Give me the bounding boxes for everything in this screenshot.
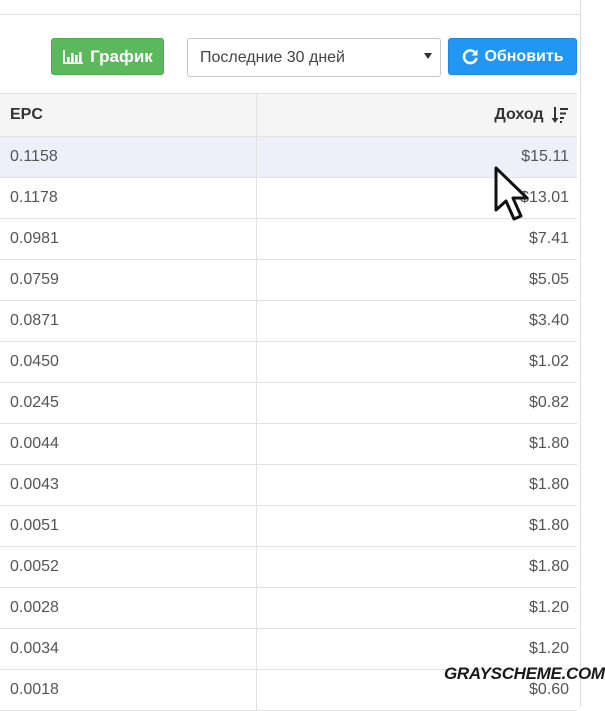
cell-epc: 0.0981: [0, 218, 257, 260]
toolbar: График Последние 30 дней Обновить: [0, 36, 580, 80]
table-row[interactable]: 0.0871 $3.40: [0, 300, 577, 342]
table-row[interactable]: 0.0044 $1.80: [0, 423, 577, 465]
table-body: 0.1158 $15.11 0.1178 $13.01 0.0981 $7.41 0.075…: [0, 136, 577, 711]
chart-button[interactable]: График: [51, 38, 164, 75]
bar-chart-icon: [63, 49, 84, 64]
refresh-button[interactable]: Обновить: [448, 38, 577, 75]
chart-button-label: График: [90, 46, 153, 66]
caret-down-icon: [424, 53, 432, 59]
table-row[interactable]: 0.0759 $5.05: [0, 259, 577, 301]
refresh-button-label: Обновить: [484, 47, 564, 65]
cell-income: $1.80: [256, 505, 577, 547]
table-row[interactable]: 0.0245 $0.82: [0, 382, 577, 424]
table-row[interactable]: 0.0028 $1.20: [0, 587, 577, 629]
column-header-epc-label: EPC: [10, 106, 43, 123]
divider: [0, 14, 580, 15]
cell-epc: 0.1158: [0, 136, 257, 178]
table-row[interactable]: 0.0051 $1.80: [0, 505, 577, 547]
cell-epc: 0.0450: [0, 341, 257, 383]
refresh-icon: [463, 48, 478, 64]
cell-epc: 0.0044: [0, 423, 257, 465]
table-row[interactable]: 0.1178 $13.01: [0, 177, 577, 219]
watermark: GRAYSCHEME.COM: [444, 664, 605, 683]
cell-epc: 0.0018: [0, 669, 257, 711]
table-row[interactable]: 0.0450 $1.02: [0, 341, 577, 383]
table-row[interactable]: 0.1158 $15.11: [0, 136, 577, 178]
column-header-epc[interactable]: EPC: [0, 93, 257, 137]
sort-descending-icon: [551, 106, 568, 123]
cell-epc: 0.0051: [0, 505, 257, 547]
cell-income: $1.80: [256, 423, 577, 465]
cell-income: $7.41: [256, 218, 577, 260]
cell-income: $3.40: [256, 300, 577, 342]
column-header-income[interactable]: Доход: [256, 93, 577, 137]
cell-income: $1.02: [256, 341, 577, 383]
stats-table: EPC Доход 0.1158 $15.11 0.1178 $13.01 0.0981…: [0, 93, 577, 711]
table-row[interactable]: 0.0981 $7.41: [0, 218, 577, 260]
cell-epc: 0.0245: [0, 382, 257, 424]
cell-income: $1.80: [256, 464, 577, 506]
cell-income: $5.05: [256, 259, 577, 301]
cell-income: $15.11: [256, 136, 577, 178]
table-header-row: EPC Доход: [0, 93, 577, 137]
cell-epc: 0.0028: [0, 587, 257, 629]
cell-epc: 0.0759: [0, 259, 257, 301]
period-select-value: Последние 30 дней: [200, 48, 345, 66]
cell-income: $1.20: [256, 587, 577, 629]
cell-epc: 0.0034: [0, 628, 257, 670]
cell-income: $1.80: [256, 546, 577, 588]
table-row[interactable]: 0.0043 $1.80: [0, 464, 577, 506]
cell-epc: 0.0871: [0, 300, 257, 342]
table-row[interactable]: 0.0052 $1.80: [0, 546, 577, 588]
cell-income: $13.01: [256, 177, 577, 219]
period-select[interactable]: Последние 30 дней: [187, 38, 441, 77]
cell-income: $0.82: [256, 382, 577, 424]
cell-epc: 0.0052: [0, 546, 257, 588]
cell-epc: 0.0043: [0, 464, 257, 506]
cell-epc: 0.1178: [0, 177, 257, 219]
column-header-income-label: Доход: [494, 106, 544, 124]
